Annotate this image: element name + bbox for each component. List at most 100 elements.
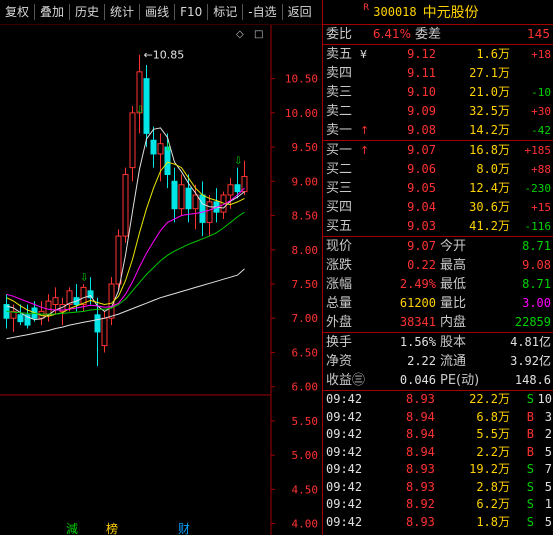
book-change: -116	[524, 220, 552, 233]
y-tick-label: 7.00	[292, 312, 319, 325]
stat-value: 3.92亿	[510, 354, 551, 368]
book-volume: 32.5万	[469, 104, 510, 118]
book-mark: ↑	[360, 124, 370, 137]
stat-value: 2.22	[407, 354, 436, 368]
kline-svg[interactable]: 10.50 10.00 9.50 9.00 8.50 8.00 7.50 7.00 6.50 6.…	[0, 25, 322, 535]
candle-body	[122, 173, 129, 237]
toolbar-button[interactable]: 标记	[208, 4, 244, 20]
tick-side: S	[526, 392, 534, 406]
y-tick-label: 6.00	[292, 381, 319, 394]
tick-row[interactable]: 09:42 8.93 19.2万 S 7	[323, 461, 553, 479]
y-tick-label: 10.00	[285, 107, 318, 120]
book-volume: 27.1万	[469, 66, 510, 80]
stat-row: 换手 1.56% 股本 4.81亿	[323, 333, 553, 352]
book-row[interactable]: 卖四 9.11 27.1万	[323, 64, 553, 83]
tick-row[interactable]: 09:42 8.94 6.8万 B 3	[323, 409, 553, 427]
tick-time: 09:42	[326, 409, 363, 424]
book-price: 9.05	[407, 181, 436, 195]
tick-row[interactable]: 09:42 8.93 22.2万 S 10	[323, 391, 553, 409]
signal-arrow-icon: ⇩	[136, 105, 144, 116]
y-tick-label: 9.00	[292, 175, 319, 188]
bottom-mark[interactable]: 财	[178, 522, 190, 535]
finance-stats: 换手 1.56% 股本 4.81亿 净资 2.22 流通 3.92亿 收益㊂ 0.046 PE(动)…	[323, 333, 553, 391]
ask-book: 卖五 ¥9.12 1.6万 +18 卖四 9.11 27.1万 卖三 9.10 21.0万 -10 卖…	[323, 45, 553, 141]
y-tick-label: 9.50	[292, 141, 319, 154]
candle-body	[185, 187, 192, 210]
stat-value: 61200	[399, 296, 436, 310]
candle-body	[17, 314, 24, 323]
candle-body	[143, 78, 150, 134]
book-label: 买五	[326, 219, 353, 234]
book-price: 9.06	[407, 162, 436, 176]
bottom-mark[interactable]: 榜	[106, 521, 118, 535]
book-row[interactable]: 买二 9.06 8.0万 +88	[323, 160, 553, 179]
stat-row: 涨幅 2.49% 最低 8.71	[323, 275, 553, 294]
book-row[interactable]: 卖二 9.09 32.5万 +30	[323, 102, 553, 121]
bottom-mark[interactable]: 減	[66, 521, 78, 535]
book-label: 买四	[326, 200, 353, 215]
toolbar-button[interactable]: 统计	[105, 4, 141, 20]
book-change: +30	[531, 105, 551, 118]
book-row[interactable]: 买一 ↑ 9.07 16.8万 +185	[323, 141, 553, 160]
toolbar-button[interactable]: 返回	[283, 4, 317, 20]
tick-row[interactable]: 09:42 8.94 2.2万 B 5	[323, 444, 553, 462]
candle-body	[206, 201, 213, 223]
quote-header: R 300018 中元股份	[323, 0, 553, 25]
candle-body	[101, 317, 108, 347]
book-price: 9.04	[407, 200, 436, 214]
toolbar-button[interactable]: -自选	[243, 4, 283, 20]
toolbar-button[interactable]: F10	[175, 4, 209, 20]
diamond-icon[interactable]: ◇	[236, 29, 244, 40]
tick-price: 8.92	[406, 497, 435, 511]
stat-label: 最低	[440, 277, 467, 292]
book-row[interactable]: 买四 9.04 30.6万 +15	[323, 198, 553, 217]
candle-body	[234, 184, 241, 193]
book-change: -42	[531, 124, 551, 137]
tick-row[interactable]: 09:42 8.93 1.8万 S 5	[323, 514, 553, 532]
stat-label: 外盘	[326, 315, 353, 330]
book-row[interactable]: 卖三 9.10 21.0万 -10	[323, 83, 553, 102]
book-label: 买二	[326, 162, 353, 177]
book-volume: 30.6万	[469, 200, 510, 214]
tick-time: 09:42	[326, 444, 363, 459]
tick-row[interactable]: 09:42 8.94 5.5万 B 2	[323, 426, 553, 444]
candle-body	[157, 143, 164, 155]
tick-list[interactable]: 09:42 8.93 22.2万 S 10 09:42 8.94 6.8万 B 3 09:42 8.9…	[323, 391, 553, 531]
book-label: 卖四	[326, 66, 353, 81]
tick-row[interactable]: 09:42 8.93 2.8万 S 5	[323, 479, 553, 497]
toolbar-button[interactable]: 画线	[140, 4, 176, 20]
stat-row: 总量 61200 量比 3.00	[323, 294, 553, 313]
book-row[interactable]: 买五 9.03 41.2万 -116	[323, 217, 553, 236]
toolbar-button[interactable]: 历史	[70, 4, 106, 20]
square-icon[interactable]: □	[254, 29, 263, 40]
book-price: 9.03	[407, 219, 436, 233]
y-tick-label: 4.00	[292, 518, 319, 531]
book-row[interactable]: 买三 9.05 12.4万 -230	[323, 179, 553, 198]
stat-value: 38341	[399, 315, 436, 329]
stat-value: 0.046	[399, 373, 436, 387]
candle-body	[227, 184, 234, 196]
book-row[interactable]: 卖五 ¥9.12 1.6万 +18	[323, 45, 553, 64]
kline-chart[interactable]: 10.50 10.00 9.50 9.00 8.50 8.00 7.50 7.00 6.50 6.…	[0, 25, 322, 535]
tick-side: S	[526, 479, 534, 494]
book-row[interactable]: 卖一 ↑ 9.08 14.2万 -42	[323, 121, 553, 140]
toolbar-button[interactable]: 叠加	[35, 4, 71, 20]
tick-count: 3	[544, 409, 552, 424]
tick-row[interactable]: 09:42 8.92 6.2万 S 1	[323, 496, 553, 514]
toolbar-button[interactable]: 复权	[0, 4, 36, 20]
tick-count: 7	[544, 462, 552, 476]
tick-count: 5	[544, 444, 552, 459]
book-change: -230	[524, 182, 552, 195]
y-tick-label: 5.00	[292, 449, 319, 462]
stat-value: 2.49%	[399, 277, 436, 291]
tick-volume: 1.8万	[476, 514, 510, 529]
stat-label: 现价	[326, 239, 353, 254]
weicha-value: 145	[527, 27, 550, 41]
stat-label: 净资	[326, 354, 353, 369]
candle-body	[115, 235, 122, 285]
tick-count: 1	[544, 497, 552, 511]
tick-price: 8.93	[406, 462, 435, 476]
candle-body	[52, 297, 59, 306]
book-label: 买三	[326, 181, 353, 196]
candle-body	[199, 194, 206, 223]
